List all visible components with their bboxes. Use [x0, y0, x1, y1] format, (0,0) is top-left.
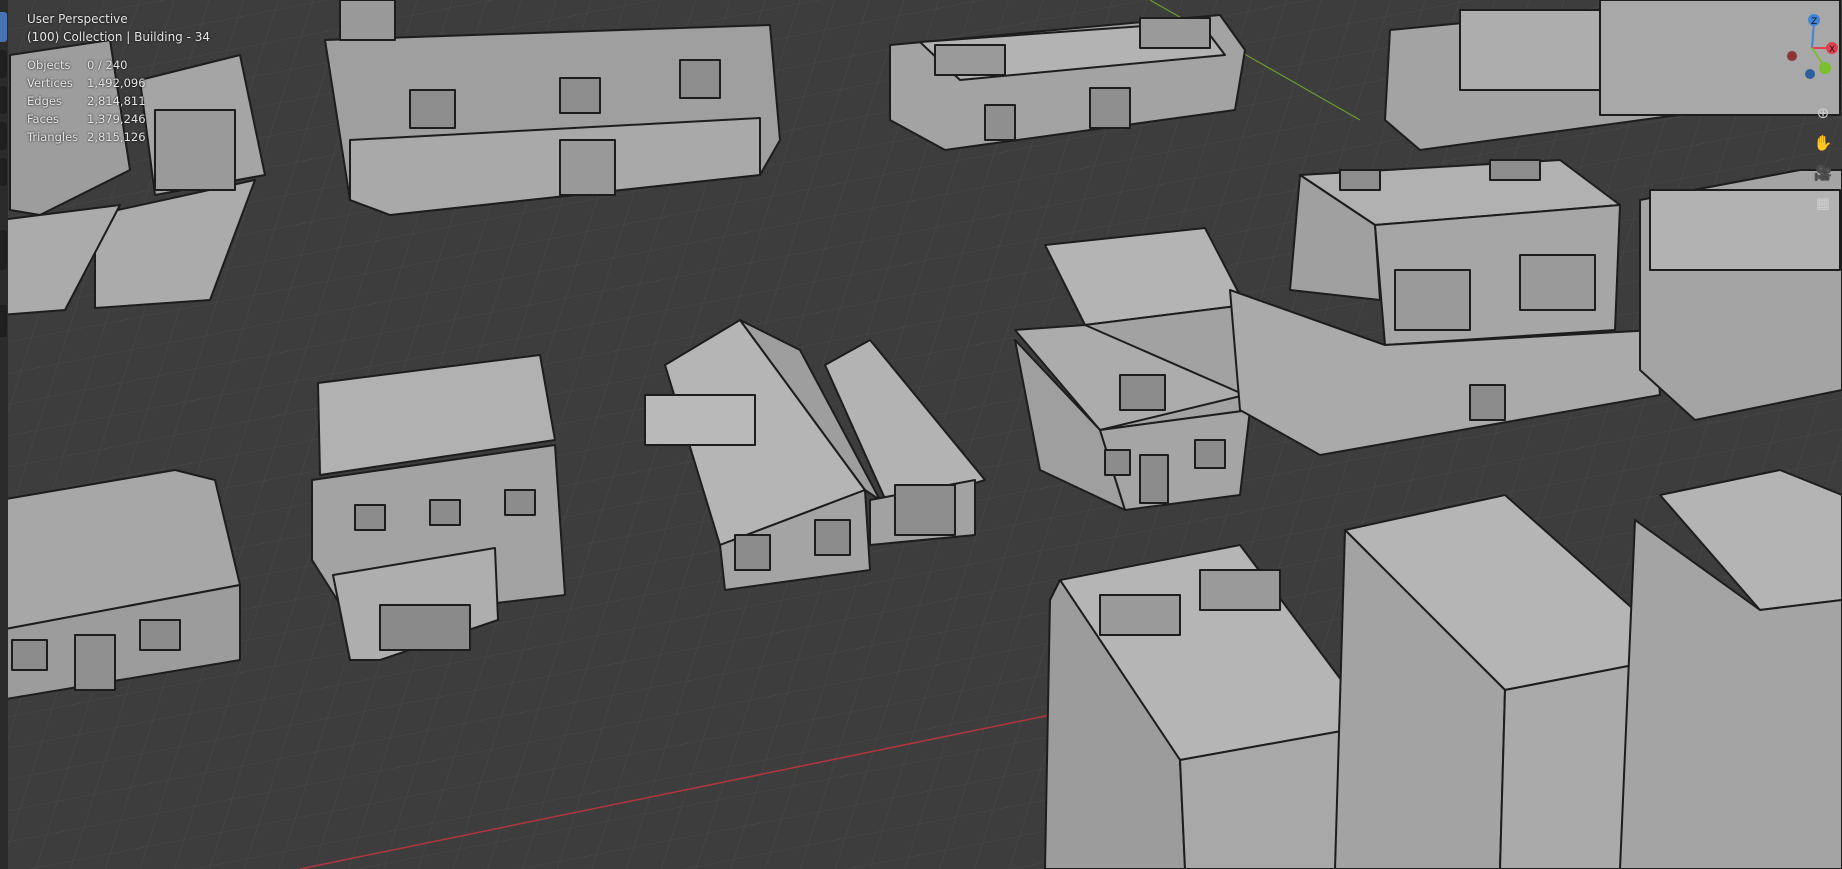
stat-value: 2,815,126: [87, 130, 146, 144]
tool-tab-scale[interactable]: [0, 158, 7, 186]
tool-tab-cursor[interactable]: [0, 50, 7, 78]
stat-label: Faces: [27, 112, 59, 126]
tool-tab-rotate[interactable]: [0, 122, 7, 150]
viewport-info-overlay: User Perspective (100) Collection | Buil…: [27, 10, 210, 146]
pan-hand-icon[interactable]: ✋: [1810, 130, 1836, 156]
stat-label: Vertices: [27, 76, 73, 90]
stat-value: 1,492,096: [87, 76, 146, 90]
stat-value: 1,379,246: [87, 112, 146, 126]
perspective-grid-icon[interactable]: ▦: [1810, 190, 1836, 216]
axis-gizmo[interactable]: Z X: [1774, 8, 1840, 98]
stat-value: 2,814,811: [87, 94, 146, 108]
view-name: User Perspective: [27, 12, 128, 26]
zoom-icon[interactable]: ⊕: [1810, 100, 1836, 126]
stat-label: Edges: [27, 94, 62, 108]
collection-info: (100) Collection | Building - 34: [27, 30, 211, 44]
stat-value: 0 / 240: [87, 58, 128, 72]
tool-tab-transform[interactable]: [0, 230, 7, 270]
toolbar-strip: [0, 0, 8, 869]
gizmo-z-label: Z: [1811, 17, 1817, 27]
scene-statistics: Objects 0 / 240 Vertices 1,492,096 Edges…: [27, 56, 210, 146]
scene-canvas[interactable]: [0, 0, 1842, 869]
tool-tab-move[interactable]: [0, 86, 7, 114]
gizmo-x-label: X: [1829, 45, 1835, 55]
stat-label: Objects: [27, 58, 71, 72]
navigation-panel: Z X ⊕ ✋ 🎥 ▦: [1772, 8, 1842, 268]
3d-viewport[interactable]: User Perspective (100) Collection | Buil…: [0, 0, 1842, 869]
tool-tab-select[interactable]: [0, 12, 7, 42]
stat-label: Triangles: [27, 130, 79, 144]
gizmo-y-positive[interactable]: [1819, 62, 1831, 74]
gizmo-z-negative[interactable]: [1805, 69, 1815, 79]
camera-view-icon[interactable]: 🎥: [1810, 160, 1836, 186]
tool-tab-measure[interactable]: [0, 305, 7, 337]
gizmo-x-negative[interactable]: [1787, 51, 1797, 61]
building-front-left-house[interactable]: [0, 469, 241, 701]
